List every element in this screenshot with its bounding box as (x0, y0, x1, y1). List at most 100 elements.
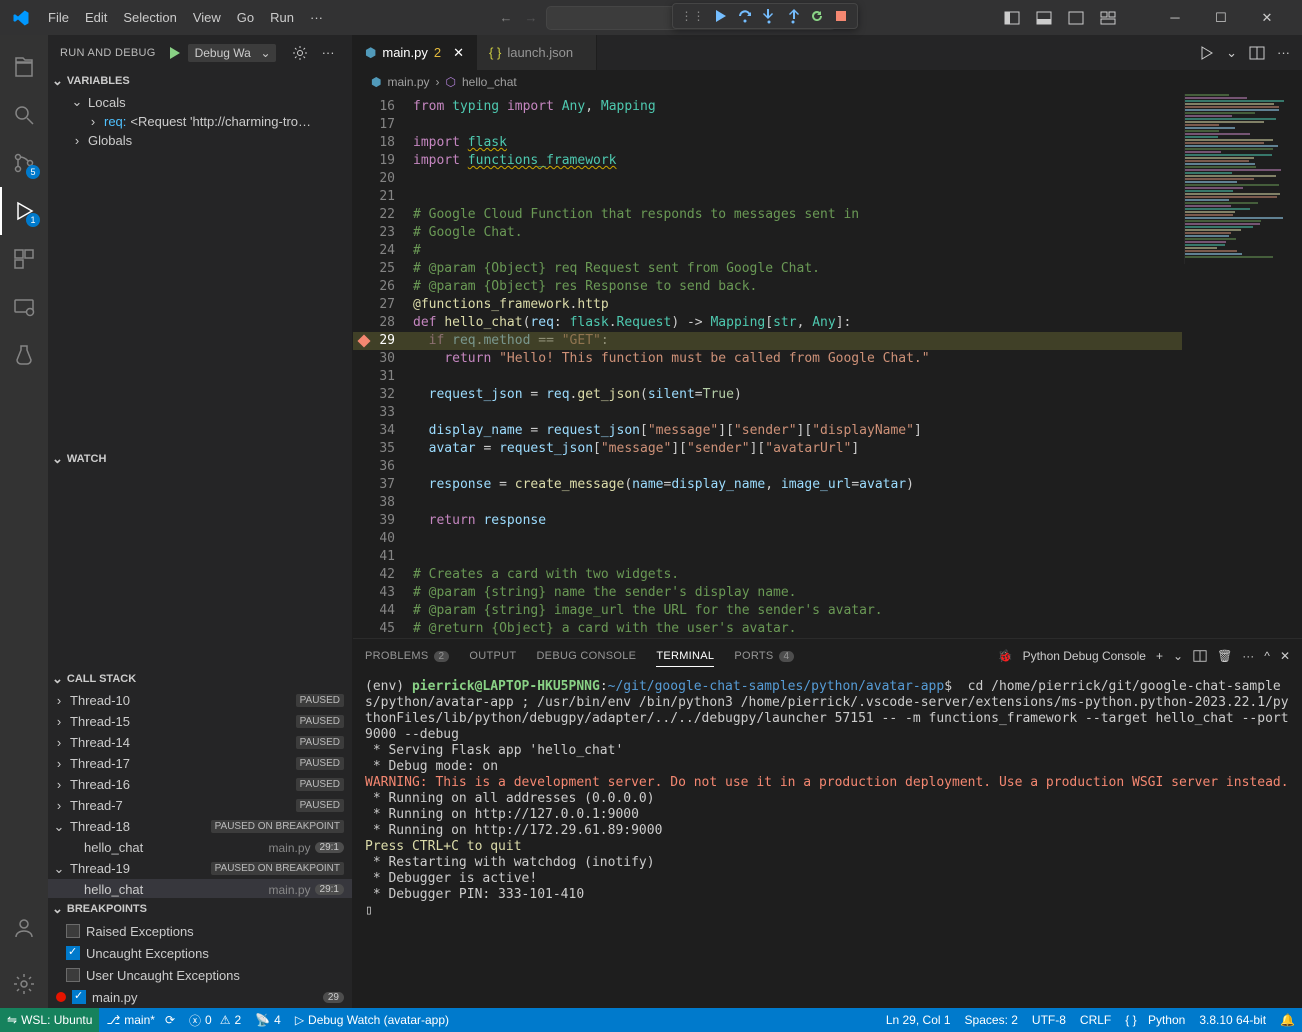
panel-tab-terminal[interactable]: TERMINAL (656, 646, 714, 667)
activity-settings[interactable] (0, 960, 48, 1008)
status-problems[interactable]: ⓧ0⚠2 (182, 1008, 248, 1032)
callstack-thread[interactable]: ›Thread-15PAUSED (48, 711, 352, 732)
activity-debug[interactable]: 1 (0, 187, 48, 235)
step-out-icon[interactable] (785, 8, 801, 24)
debug-config-dropdown[interactable]: Debug Wa⌄ (188, 44, 276, 62)
panel-tab-ports[interactable]: PORTS4 (734, 646, 794, 666)
activity-account[interactable] (0, 904, 48, 952)
panel-tab-output[interactable]: OUTPUT (469, 646, 516, 666)
activity-extensions[interactable] (0, 235, 48, 283)
command-center[interactable]: ⋮⋮ tu] (546, 6, 836, 30)
menu-file[interactable]: File (40, 6, 77, 29)
status-lang[interactable]: { } Python (1118, 1013, 1192, 1027)
checkbox-icon[interactable] (66, 968, 80, 982)
minimap[interactable] (1184, 94, 1294, 264)
callstack-thread[interactable]: ⌄Thread-18PAUSED ON BREAKPOINT (48, 816, 352, 837)
close-panel-icon[interactable]: ✕ (1280, 649, 1290, 663)
status-lncol[interactable]: Ln 29, Col 1 (879, 1013, 958, 1027)
panel-tab-problems[interactable]: PROBLEMS2 (365, 646, 449, 666)
callstack-frame[interactable]: hello_chatmain.py29:1 (48, 837, 352, 858)
status-eol[interactable]: CRLF (1073, 1013, 1118, 1027)
debug-badge: 1 (26, 213, 40, 227)
section-variables-header[interactable]: ⌄VARIABLES (48, 70, 352, 92)
bp-user-uncaught[interactable]: User Uncaught Exceptions (48, 964, 352, 986)
gear-icon[interactable] (292, 45, 308, 61)
status-ports[interactable]: 📡4 (248, 1008, 288, 1032)
sync-icon[interactable]: ⟳ (165, 1013, 175, 1027)
callstack-thread[interactable]: ›Thread-17PAUSED (48, 753, 352, 774)
restart-icon[interactable] (809, 8, 825, 24)
section-breakpoints-header[interactable]: ⌄BREAKPOINTS (48, 898, 352, 920)
chevron-down-icon[interactable]: ⌄ (1173, 649, 1183, 663)
layout-right-icon[interactable] (1068, 10, 1084, 26)
activity-remote[interactable] (0, 283, 48, 331)
checkbox-icon[interactable] (66, 924, 80, 938)
continue-icon[interactable] (713, 8, 729, 24)
status-bell-icon[interactable]: 🔔 (1273, 1013, 1302, 1027)
callstack-frame[interactable]: hello_chatmain.py29:1 (48, 879, 352, 898)
chevron-down-icon[interactable]: ⌄ (1226, 45, 1237, 61)
step-over-icon[interactable] (737, 8, 753, 24)
run-editor-icon[interactable] (1198, 45, 1214, 61)
terminal-content[interactable]: (env) pierrick@LAPTOP-HKU5PNNG:~/git/goo… (353, 673, 1302, 1008)
stop-icon[interactable] (833, 8, 849, 24)
editor-more-icon[interactable]: ··· (1277, 45, 1290, 60)
maximize-button[interactable]: ☐ (1198, 0, 1244, 35)
status-interpreter[interactable]: 3.8.10 64-bit (1192, 1013, 1273, 1027)
layout-left-icon[interactable] (1004, 10, 1020, 26)
terminal-label[interactable]: Python Debug Console (1023, 649, 1146, 663)
activity-testing[interactable] (0, 331, 48, 379)
split-terminal-icon[interactable] (1193, 649, 1207, 663)
callstack-thread[interactable]: ›Thread-14PAUSED (48, 732, 352, 753)
panel-tab-debug-console[interactable]: DEBUG CONSOLE (536, 646, 636, 666)
checkbox-checked-icon[interactable] (66, 946, 80, 960)
minimize-button[interactable]: ─ (1152, 0, 1198, 35)
editor-tab[interactable]: ⬢main.py2✕ (353, 35, 477, 70)
menu-run[interactable]: Run (262, 6, 302, 29)
menu-selection[interactable]: Selection (115, 6, 184, 29)
variable-req[interactable]: › req: <Request 'http://charming-tro… (48, 112, 352, 131)
callstack-thread[interactable]: ›Thread-7PAUSED (48, 795, 352, 816)
bp-raised[interactable]: Raised Exceptions (48, 920, 352, 942)
close-window-button[interactable]: ✕ (1244, 0, 1290, 35)
callstack-thread[interactable]: ›Thread-16PAUSED (48, 774, 352, 795)
callstack-thread[interactable]: ›Thread-10PAUSED (48, 690, 352, 711)
section-watch-header[interactable]: ⌄WATCH (48, 448, 352, 470)
menu-overflow-icon[interactable]: ··· (302, 6, 331, 29)
bp-uncaught[interactable]: Uncaught Exceptions (48, 942, 352, 964)
code-editor[interactable]: 1617181920212223242526272829303132333435… (353, 94, 1302, 638)
layout-bottom-icon[interactable] (1036, 10, 1052, 26)
status-branch[interactable]: ⎇main*⟳ (99, 1008, 182, 1032)
panel-more-icon[interactable]: ··· (1242, 649, 1254, 663)
nav-back-icon[interactable]: ← (500, 10, 513, 25)
menu-edit[interactable]: Edit (77, 6, 115, 29)
breadcrumbs[interactable]: ⬢ main.py › ⬡ hello_chat (353, 70, 1302, 94)
start-debug-icon[interactable] (166, 45, 182, 61)
menu-go[interactable]: Go (229, 6, 262, 29)
activity-scm[interactable]: 5 (0, 139, 48, 187)
status-encoding[interactable]: UTF-8 (1025, 1013, 1073, 1027)
step-into-icon[interactable] (761, 8, 777, 24)
close-tab-icon[interactable]: ✕ (453, 45, 464, 61)
menu-view[interactable]: View (185, 6, 229, 29)
callstack-thread[interactable]: ⌄Thread-19PAUSED ON BREAKPOINT (48, 858, 352, 879)
drag-handle-icon[interactable]: ⋮⋮ (681, 9, 705, 23)
maximize-panel-icon[interactable]: ^ (1264, 649, 1270, 663)
bp-file[interactable]: main.py29 (48, 986, 352, 1008)
activity-search[interactable] (0, 91, 48, 139)
section-callstack-header[interactable]: ⌄CALL STACK (48, 668, 352, 690)
layout-custom-icon[interactable] (1100, 10, 1116, 26)
activity-explorer[interactable] (0, 43, 48, 91)
trash-icon[interactable]: 🗑 (1217, 649, 1232, 663)
status-debug[interactable]: ▷Debug Watch (avatar-app) (288, 1008, 456, 1032)
add-terminal-icon[interactable]: + (1156, 649, 1163, 663)
scope-locals[interactable]: ⌄Locals (48, 92, 352, 112)
split-editor-icon[interactable] (1249, 45, 1265, 61)
status-spaces[interactable]: Spaces: 2 (958, 1013, 1025, 1027)
scope-globals[interactable]: ›Globals (48, 131, 352, 150)
checkbox-checked-icon[interactable] (72, 990, 86, 1004)
nav-forward-icon[interactable]: → (525, 10, 538, 25)
sidebar-more-icon[interactable]: ··· (322, 45, 335, 60)
editor-tab[interactable]: { }launch.json (477, 35, 597, 70)
status-remote[interactable]: ⇋WSL: Ubuntu (0, 1008, 99, 1032)
